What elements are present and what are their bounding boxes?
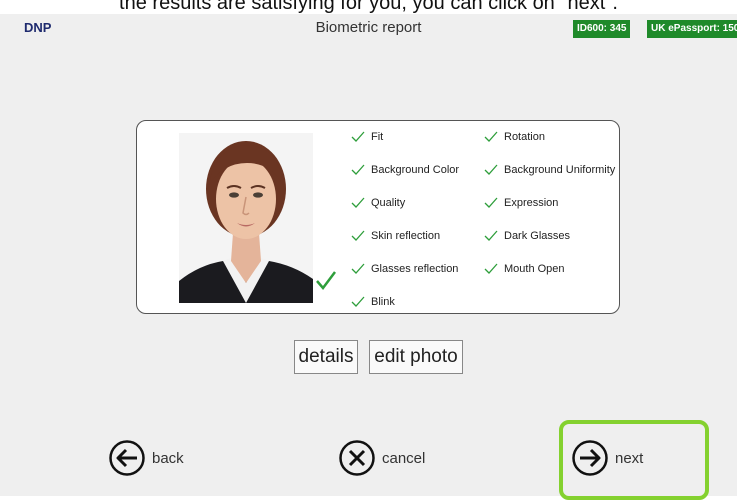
check-icon — [351, 263, 365, 275]
check-item: Mouth Open — [484, 261, 565, 277]
instruction-caption: the results are satisfying for you, you … — [119, 0, 618, 14]
check-item: Glasses reflection — [351, 261, 458, 277]
arrow-right-circle-icon — [572, 440, 608, 476]
check-item: Background Uniformity — [484, 162, 615, 178]
check-item: Dark Glasses — [484, 228, 570, 244]
check-icon — [484, 263, 498, 275]
check-item: Rotation — [484, 129, 545, 145]
photo-approved-check-icon — [316, 271, 336, 290]
check-item: Blink — [351, 294, 395, 310]
check-icon — [484, 197, 498, 209]
check-icon — [351, 197, 365, 209]
check-label: Dark Glasses — [504, 230, 571, 242]
check-label: Background Uniformity — [504, 164, 616, 176]
check-icon — [351, 296, 365, 308]
check-item: Expression — [484, 195, 558, 211]
check-icon — [351, 230, 365, 242]
close-circle-icon — [339, 440, 375, 476]
check-label: Rotation — [504, 131, 545, 143]
check-label: Background Color — [371, 164, 460, 176]
passport-counter-badge: UK ePassport: 1500 — [647, 20, 737, 38]
cancel-label: cancel — [382, 449, 426, 467]
cancel-button[interactable]: cancel — [338, 438, 425, 478]
check-label: Quality — [371, 197, 406, 209]
check-icon — [351, 131, 365, 143]
id-counter-badge: ID600: 345 — [573, 20, 631, 38]
check-icon — [351, 164, 365, 176]
check-item: Skin reflection — [351, 228, 440, 244]
check-icon — [484, 131, 498, 143]
check-label: Skin reflection — [371, 230, 441, 242]
next-button[interactable]: next — [571, 438, 643, 478]
check-item: Background Color — [351, 162, 459, 178]
check-item: Quality — [351, 195, 405, 211]
check-label: Blink — [371, 296, 395, 308]
back-button[interactable]: back — [108, 438, 184, 478]
details-button[interactable]: details — [294, 340, 358, 374]
check-label: Fit — [371, 131, 384, 143]
check-label: Mouth Open — [504, 263, 565, 275]
check-icon — [484, 164, 498, 176]
edit-photo-button[interactable]: edit photo — [369, 340, 463, 374]
back-label: back — [152, 449, 184, 467]
biometric-report-card: Fit Background Color Quality Skin reflec… — [136, 120, 620, 314]
check-label: Expression — [504, 197, 559, 209]
next-label: next — [615, 449, 644, 467]
check-label: Glasses reflection — [371, 263, 459, 275]
portrait-photo — [179, 133, 313, 303]
check-icon — [484, 230, 498, 242]
check-item: Fit — [351, 129, 383, 145]
arrow-left-circle-icon — [109, 440, 145, 476]
